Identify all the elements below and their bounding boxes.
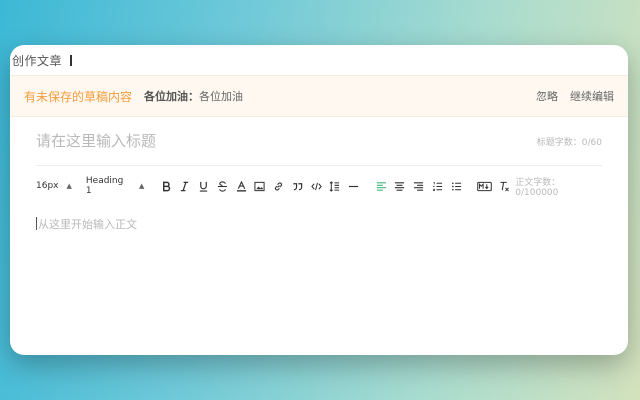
clear-format-icon[interactable] xyxy=(497,178,513,194)
title-input[interactable] xyxy=(36,132,436,150)
draft-message: 有未保存的草稿内容 xyxy=(24,89,133,104)
title-bar: 创作文章 xyxy=(10,45,628,75)
font-size-value: 16px xyxy=(36,181,59,191)
image-icon[interactable] xyxy=(252,178,268,194)
line-height-icon[interactable] xyxy=(327,178,343,194)
editor-window: 创作文章 有未保存的草稿内容 各位加油： 各位加油 忽略 继续编辑 标题字数：0… xyxy=(10,45,628,355)
formatting-toolbar: 16px ▲ Heading 1 ▲ 正文字数：0/100000 xyxy=(36,166,602,206)
font-color-icon[interactable] xyxy=(233,178,249,194)
link-icon[interactable] xyxy=(271,178,287,194)
ordered-list-icon[interactable] xyxy=(430,178,446,194)
font-size-select[interactable]: 16px ▲ xyxy=(36,181,72,191)
body-counter: 正文字数：0/100000 xyxy=(515,177,561,198)
ignore-button[interactable]: 忽略 xyxy=(536,88,558,104)
draft-notice-bar: 有未保存的草稿内容 各位加油： 各位加油 忽略 继续编辑 xyxy=(10,75,628,117)
code-icon[interactable] xyxy=(308,178,324,194)
editor-content: 标题字数：0/60 16px ▲ Heading 1 ▲ xyxy=(10,117,628,232)
markdown-icon[interactable] xyxy=(476,178,494,194)
body-placeholder: 从这里开始输入正文 xyxy=(38,218,137,231)
updown-arrows-icon: ▲ xyxy=(66,182,72,190)
unordered-list-icon[interactable] xyxy=(448,178,464,194)
heading-select[interactable]: Heading 1 ▲ xyxy=(86,176,144,196)
updown-arrows-icon: ▲ xyxy=(138,182,145,190)
quote-icon[interactable] xyxy=(290,178,306,194)
align-center-icon[interactable] xyxy=(392,178,408,194)
page-title: 创作文章 xyxy=(12,53,63,68)
author-label: 各位加油： xyxy=(144,90,200,103)
continue-editing-button[interactable]: 继续编辑 xyxy=(570,88,614,104)
title-counter: 标题字数：0/60 xyxy=(536,137,602,148)
strikethrough-icon[interactable] xyxy=(215,178,231,194)
author-value: 各位加油 xyxy=(199,90,244,103)
divider-icon[interactable] xyxy=(346,178,362,194)
body-editor[interactable]: 从这里开始输入正文 xyxy=(36,216,602,232)
align-left-icon[interactable] xyxy=(373,178,389,194)
italic-icon[interactable] xyxy=(177,178,193,194)
underline-icon[interactable] xyxy=(196,178,212,194)
align-right-icon[interactable] xyxy=(411,178,427,194)
text-cursor-icon xyxy=(70,54,73,66)
heading-value: Heading 1 xyxy=(85,176,124,196)
bold-icon[interactable] xyxy=(158,178,174,194)
title-row: 标题字数：0/60 xyxy=(36,117,602,166)
text-caret-icon xyxy=(36,217,37,230)
